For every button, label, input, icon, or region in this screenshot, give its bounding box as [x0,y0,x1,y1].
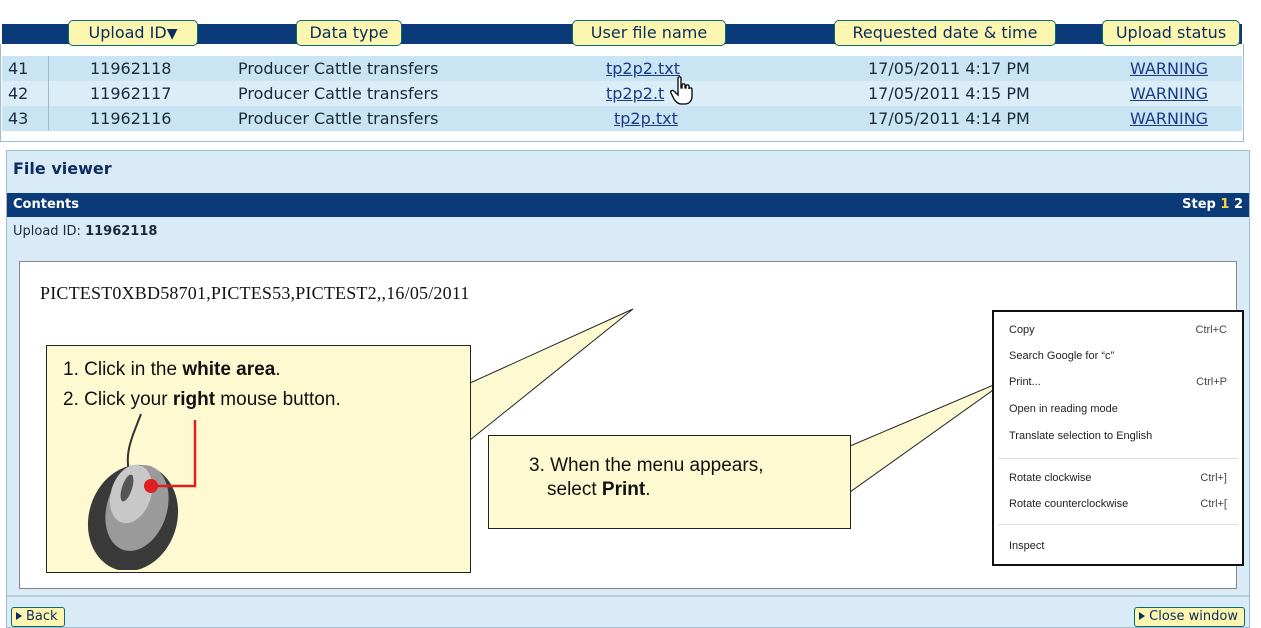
menu-item-shortcut: Ctrl+C [1195,324,1227,336]
menu-item-shortcut: Ctrl+[ [1200,498,1227,510]
instruction-text: 2. Click your [63,389,173,410]
instruction-text: . [275,359,281,380]
menu-item-label: Inspect [1009,540,1045,552]
menu-divider [998,458,1238,459]
menu-item-label: Open in reading mode [1009,403,1118,415]
menu-item-label: Copy [1009,324,1035,336]
instruction-callout-left: 1. Click in the white area. 2. Click you… [46,345,471,573]
mouse-icon [87,413,197,570]
menu-item-inspect[interactable]: Inspect [1009,540,1227,560]
menu-item-shortcut: Ctrl+P [1196,376,1227,388]
menu-item-label: Rotate counterclockwise [1009,498,1129,510]
menu-item-rotate-counterclockwise[interactable]: Rotate counterclockwise Ctrl+[ [1009,498,1227,518]
instruction-emphasis: Print [601,479,646,500]
instruction-step-1: 1. Click in the white area. [63,359,281,381]
instruction-text: . [645,479,651,500]
instruction-text: 1. Click in the [63,359,183,380]
menu-divider [998,524,1238,525]
menu-item-label: Search Google for “c” [1009,350,1115,362]
instruction-text: select [547,479,602,500]
instruction-step-3: 3. When the menu appears, [529,455,764,476]
menu-item-shortcut: Ctrl+] [1200,472,1227,484]
instruction-text: mouse button. [215,389,341,410]
instruction-step-3-line2: select Print. [547,479,650,501]
menu-item-reading-mode[interactable]: Open in reading mode [1009,403,1227,423]
menu-item-label: Print... [1009,376,1041,388]
menu-item-translate[interactable]: Translate selection to English [1009,430,1227,450]
menu-item-copy[interactable]: Copy Ctrl+C [1009,324,1227,344]
menu-item-rotate-clockwise[interactable]: Rotate clockwise Ctrl+] [1009,472,1227,492]
instruction-callout-right: 3. When the menu appears, select Print. [488,435,851,529]
instruction-emphasis: white area [182,359,276,380]
instruction-step-2: 2. Click your right mouse button. [63,389,341,411]
context-menu: Copy Ctrl+C Search Google for “c” Print..… [992,310,1244,566]
menu-item-label: Rotate clockwise [1009,472,1092,484]
menu-item-search-google[interactable]: Search Google for “c” [1009,350,1227,370]
menu-item-label: Translate selection to English [1009,430,1153,442]
instruction-emphasis: right [172,389,216,410]
menu-item-print[interactable]: Print... Ctrl+P [1009,376,1227,396]
